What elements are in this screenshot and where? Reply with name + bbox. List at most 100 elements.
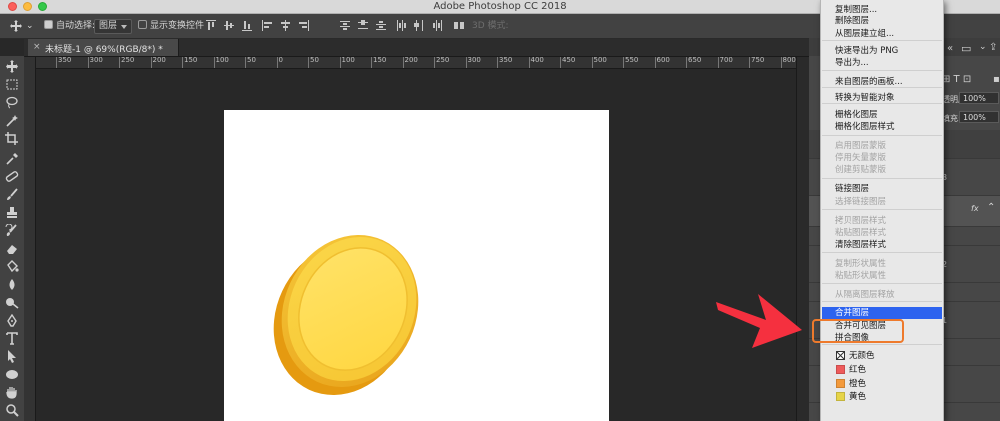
auto-align-icon[interactable] (454, 20, 464, 31)
distribute-top-icon[interactable] (340, 20, 350, 31)
color-swatch-icon (836, 365, 845, 374)
layer-effects-icon[interactable]: fx (971, 204, 979, 213)
ruler-label: 600 (656, 57, 670, 64)
workspace-icon[interactable]: ▭ (961, 42, 971, 55)
panel-arrows-icon[interactable]: « (947, 43, 953, 54)
dodge-tool-icon[interactable] (5, 296, 19, 309)
lasso-tool-icon[interactable] (5, 96, 19, 109)
auto-select-dropdown[interactable]: 图层 (94, 19, 133, 34)
ellipse-tool-icon[interactable] (5, 368, 19, 381)
menu-item[interactable]: 删除图层 (835, 15, 869, 27)
document-tab-title: 未标题-1 @ 69%(RGB/8*) * (45, 45, 163, 55)
fill-input[interactable]: 100% (959, 111, 999, 123)
lock-icon[interactable]: ▪ (993, 74, 1000, 85)
align-vertical-center-icon[interactable] (224, 20, 234, 31)
align-bottom-icon[interactable] (242, 20, 252, 31)
ruler-label: 550 (625, 57, 639, 64)
menu-item[interactable]: 来自图层的画板... (835, 76, 903, 88)
menu-item: 从隔离图层释放 (835, 290, 895, 300)
expand-effects-icon[interactable]: ⌃ (987, 202, 995, 213)
opacity-input[interactable]: 100% (959, 92, 999, 104)
path-selection-tool-icon[interactable] (5, 350, 19, 363)
chevron-down-icon[interactable]: ⌄ (979, 42, 987, 52)
align-right-icon[interactable] (298, 20, 309, 31)
chevron-down-icon[interactable]: ⌄ (26, 19, 34, 33)
color-swatch-icon (836, 379, 845, 388)
color-label-menu-item[interactable]: 橙色 (849, 378, 866, 390)
menu-separator (822, 209, 942, 210)
vertical-ruler (24, 57, 36, 421)
document-tab[interactable]: × 未标题-1 @ 69%(RGB/8*) * (28, 39, 179, 56)
horizontal-ruler: 350 300 250 200 150 100 50 0 50 100 150 200 250 300 35… (36, 57, 796, 69)
distribute-hcenter-icon[interactable] (414, 20, 424, 31)
menu-separator (822, 301, 942, 302)
color-label-menu-item[interactable]: 红色 (849, 364, 866, 376)
menu-item[interactable]: 转换为智能对象 (835, 92, 895, 104)
ruler-label: 250 (436, 57, 450, 64)
brush-tool-icon[interactable] (5, 188, 19, 201)
ruler-label: 200 (152, 57, 166, 64)
menu-item[interactable]: 快速导出为 PNG (835, 45, 898, 57)
ruler-tick (371, 57, 372, 68)
close-tab-icon[interactable]: × (33, 42, 41, 52)
align-horizontal-center-icon[interactable] (280, 20, 290, 31)
highlight-box-annotation (812, 319, 904, 343)
menu-item[interactable]: 从图层建立组... (835, 28, 894, 40)
menu-item[interactable]: 导出为... (835, 57, 869, 69)
hand-tool-icon[interactable] (5, 386, 19, 399)
history-brush-tool-icon[interactable] (5, 224, 19, 237)
gold-coin-graphic (262, 229, 432, 402)
eyedropper-tool-icon[interactable] (5, 152, 19, 165)
ruler-label: 200 (404, 57, 418, 64)
layer-filter-icon[interactable]: ⊞ T ⊡ (942, 74, 971, 85)
marquee-tool-icon[interactable] (5, 78, 19, 91)
menu-item[interactable]: 清除图层样式 (835, 239, 886, 251)
ruler-label: 250 (121, 57, 135, 64)
ruler-tick (434, 57, 435, 68)
auto-select-value: 图层 (94, 19, 133, 34)
menu-item[interactable]: 栅格化图层样式 (835, 121, 895, 133)
healing-brush-tool-icon[interactable] (5, 170, 19, 183)
move-tool-icon[interactable] (5, 60, 19, 73)
menu-item[interactable]: 栅格化图层 (835, 109, 878, 121)
document-tab-bar: × 未标题-1 @ 69%(RGB/8*) * (24, 39, 810, 57)
clone-stamp-tool-icon[interactable] (5, 206, 19, 219)
menu-item[interactable]: 合并图层 (835, 307, 869, 319)
align-top-icon[interactable] (206, 20, 216, 31)
distribute-bottom-icon[interactable] (376, 20, 386, 31)
ruler-label: 650 (688, 57, 702, 64)
ruler-tick (623, 57, 624, 68)
menu-item: 创建剪贴蒙版 (835, 165, 887, 175)
type-tool-icon[interactable] (5, 332, 19, 345)
color-label-menu-item[interactable]: 无颜色 (849, 350, 875, 362)
blur-tool-icon[interactable] (5, 278, 19, 291)
move-tool-icon[interactable] (10, 20, 22, 32)
magic-wand-tool-icon[interactable] (5, 114, 19, 127)
ruler-label: 50 (310, 57, 319, 64)
paint-bucket-tool-icon[interactable] (5, 260, 19, 273)
ruler-tick (749, 57, 750, 68)
distribute-vcenter-icon[interactable] (358, 20, 368, 31)
ruler-label: 350 (499, 57, 513, 64)
eraser-tool-icon[interactable] (5, 242, 19, 255)
zoom-tool-icon[interactable] (5, 404, 19, 417)
menu-item: 选择链接图层 (835, 197, 887, 207)
fill-label: 填充: (942, 114, 961, 123)
ruler-tick (654, 57, 656, 68)
align-left-icon[interactable] (262, 20, 272, 31)
crop-tool-icon[interactable] (5, 132, 19, 145)
menu-item[interactable]: 链接图层 (835, 183, 869, 195)
distribute-left-icon[interactable] (396, 20, 406, 31)
color-label-menu-item[interactable]: 黄色 (849, 391, 866, 403)
show-transform-checkbox[interactable]: 显示变换控件 (138, 19, 204, 33)
menu-separator (822, 70, 942, 71)
distribute-right-icon[interactable] (432, 20, 442, 31)
share-icon[interactable]: ⇪ (989, 42, 997, 53)
menu-item: 粘贴图层样式 (835, 228, 887, 238)
pen-tool-icon[interactable] (5, 314, 19, 327)
show-transform-label: 显示变换控件 (150, 21, 205, 31)
auto-select-checkbox[interactable]: 自动选择: (44, 19, 95, 33)
auto-select-label: 自动选择: (56, 21, 96, 31)
ruler-tick (245, 57, 246, 68)
canvas-scrollbar[interactable] (796, 57, 810, 421)
